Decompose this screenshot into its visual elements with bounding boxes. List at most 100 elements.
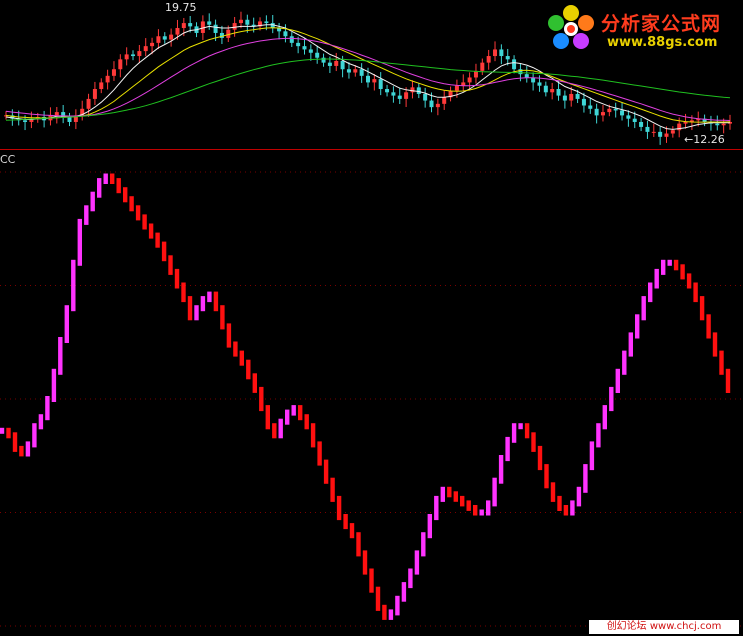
watermark-name: 分析家公式网 — [601, 13, 722, 35]
indicator-segment — [330, 477, 335, 502]
indicator-segment — [168, 255, 173, 275]
indicator-segment — [395, 595, 400, 616]
indicator-segment — [570, 500, 575, 516]
indicator-segment — [239, 350, 244, 366]
indicator-segment — [129, 196, 134, 212]
indicator-segment — [64, 305, 69, 343]
indicator-segment — [466, 500, 471, 511]
indicator-segment — [187, 296, 193, 321]
indicator-segment — [686, 273, 692, 289]
indicator-segment — [479, 509, 484, 516]
indicator-segment — [680, 264, 685, 280]
indicator-segment — [45, 396, 50, 421]
indicator-segment — [693, 282, 698, 303]
indicator-segment — [537, 445, 543, 471]
indicator-segment — [673, 259, 679, 271]
indicator-segment — [596, 423, 601, 448]
indicator-segment — [531, 432, 536, 452]
indicator-segment — [622, 350, 627, 375]
indicator-segment — [401, 582, 407, 602]
indicator-segment — [51, 368, 57, 402]
indicator-segment — [544, 464, 549, 489]
indicator-segment — [252, 373, 257, 393]
indicator-segment — [259, 386, 264, 412]
indicator-segment — [213, 291, 219, 312]
indicator-segment — [388, 609, 394, 620]
indicator-segment — [498, 455, 504, 484]
indicator-segment — [278, 418, 283, 439]
indicator-segment — [460, 495, 465, 507]
indicator-segment — [583, 464, 588, 493]
flower-logo-icon — [548, 5, 594, 49]
indicator-segment — [557, 495, 562, 511]
high-price-label: 19.75 — [165, 1, 197, 14]
indicator-segment — [161, 241, 167, 262]
indicator-segment — [90, 191, 95, 212]
indicator-segment — [246, 359, 251, 380]
indicator-segment — [142, 214, 147, 230]
indicator-segment — [719, 350, 724, 375]
indicator-segment — [58, 337, 63, 375]
indicator-segment — [641, 296, 646, 321]
indicator-segment — [511, 423, 517, 443]
indicator-segment — [317, 441, 322, 466]
indicator-segment — [291, 405, 296, 416]
indicator-segment — [628, 332, 633, 357]
indicator-segment — [576, 486, 582, 507]
indicator-segment — [135, 205, 141, 221]
indicator-segment — [233, 341, 238, 357]
indicator-segment — [200, 296, 206, 312]
indicator-segment — [609, 386, 614, 412]
indicator-panel — [0, 171, 743, 627]
indicator-segment — [285, 409, 290, 425]
indicator-segment — [362, 550, 368, 575]
watermark-logo: 分析家公式网 www.88gs.com — [545, 3, 740, 55]
indicator-segment — [181, 282, 186, 303]
indicator-segment — [336, 495, 342, 521]
indicator-segment — [654, 268, 659, 289]
indicator-segment — [84, 205, 89, 225]
indicator-segment — [712, 332, 718, 357]
indicator-segment — [38, 414, 44, 430]
indicator-segment — [226, 323, 232, 348]
indicator-segment — [265, 405, 270, 430]
indicator-segment — [524, 423, 530, 439]
low-price-label: ←12.26 — [684, 133, 725, 146]
indicator-segment — [6, 427, 11, 439]
indicator-segment — [25, 441, 31, 457]
indicator-segment — [667, 259, 672, 266]
indicator-segment — [375, 586, 381, 611]
chart-stage: 19.75 ←12.26 CC 分析家公式网 www.88gs.com 创幻论坛… — [0, 0, 743, 636]
indicator-segment — [77, 218, 82, 266]
indicator-segment — [414, 550, 420, 575]
indicator-segment — [32, 423, 37, 448]
indicator-segment — [97, 178, 102, 198]
indicator-segment — [699, 296, 705, 321]
indicator-segment — [453, 491, 458, 502]
indicator-segment — [310, 423, 316, 448]
indicator-segment — [349, 523, 355, 539]
watermark-url: www.88gs.com — [607, 35, 718, 50]
indicator-segment — [12, 432, 18, 452]
indicator-segment — [589, 441, 595, 471]
indicator-segment — [19, 445, 24, 457]
indicator-segment — [725, 368, 731, 393]
indicator-segment — [123, 187, 128, 203]
indicator-segment — [323, 459, 329, 484]
indicator-segment — [207, 291, 212, 303]
indicator-segment — [116, 178, 121, 194]
indicator-segment — [635, 314, 640, 339]
indicator-segment — [103, 173, 108, 184]
indicator-segment — [298, 405, 303, 421]
indicator-segment — [518, 423, 523, 430]
indicator-segment — [194, 305, 199, 321]
indicator-segment — [602, 405, 607, 430]
indicator-segment — [272, 423, 277, 439]
indicator-segment — [71, 259, 76, 312]
indicator-segment — [148, 223, 154, 239]
indicator-segment — [369, 568, 374, 593]
indicator-segment — [304, 414, 309, 430]
indicator-segment — [615, 368, 620, 393]
indicator-segment — [473, 505, 478, 516]
indicator-segment — [661, 259, 666, 275]
